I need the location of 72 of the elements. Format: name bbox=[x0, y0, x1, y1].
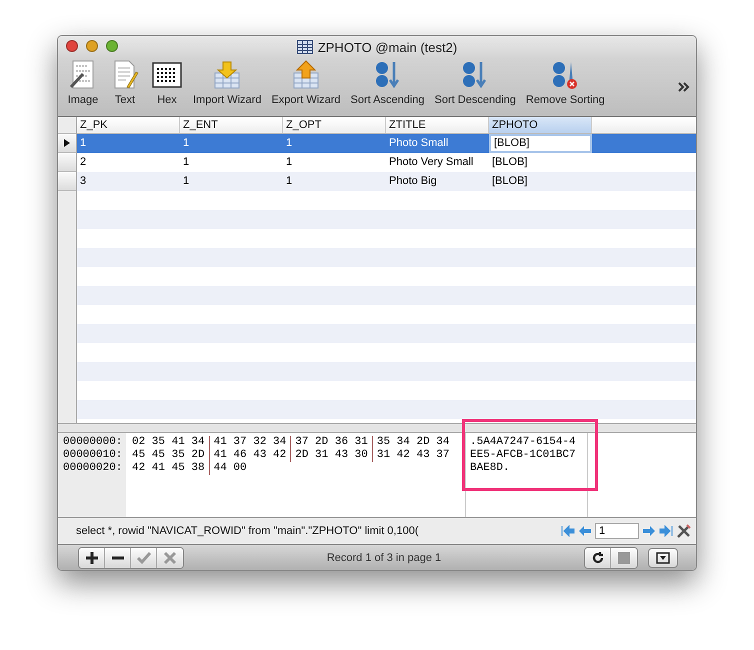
hex-bytes: 2D 31 43 30 bbox=[295, 449, 373, 462]
table-cell-text: [BLOB] bbox=[491, 174, 528, 189]
table-cell-text: 1 bbox=[79, 136, 88, 151]
table-cell-text: Photo Big bbox=[388, 174, 438, 189]
hex-bytes: 02 35 41 34 bbox=[132, 436, 210, 449]
splitter-bar[interactable] bbox=[58, 423, 696, 433]
grid-icon bbox=[151, 60, 183, 90]
hex-tool-button[interactable]: Hex bbox=[147, 60, 187, 106]
plus-icon bbox=[84, 550, 98, 564]
current-row-icon bbox=[64, 139, 70, 147]
table-cell-text: Photo Very Small bbox=[388, 155, 474, 170]
hex-bytes: 31 42 43 37 bbox=[376, 449, 450, 462]
close-button[interactable] bbox=[66, 40, 78, 52]
window-title: ZPHOTO @main (test2) bbox=[318, 40, 458, 54]
table-cell-text: Photo Small bbox=[388, 136, 450, 151]
next-page-icon[interactable] bbox=[642, 525, 656, 537]
zoom-button[interactable] bbox=[106, 40, 118, 52]
table-cell-text: 1 bbox=[285, 174, 294, 189]
sort-asc-tool-button[interactable]: Sort Ascending bbox=[346, 60, 429, 106]
table-cell-text: 1 bbox=[285, 136, 294, 151]
image-tool-button[interactable]: Image bbox=[63, 60, 103, 106]
minimize-button[interactable] bbox=[86, 40, 98, 52]
tools-icon[interactable] bbox=[676, 523, 692, 539]
cell-edit-field[interactable]: [BLOB] bbox=[489, 134, 592, 153]
column-header[interactable]: ZPHOTO bbox=[489, 117, 592, 133]
table-icon bbox=[296, 40, 313, 54]
stop-icon bbox=[617, 550, 631, 564]
table-cell-text: 2 bbox=[79, 155, 88, 170]
table-cell-text: 1 bbox=[182, 136, 190, 151]
hex-ascii-text: BAE8D. bbox=[470, 462, 511, 475]
hex-offset: 00000010: bbox=[63, 449, 124, 462]
hex-bytes: 41 46 43 42 bbox=[214, 449, 292, 462]
table-cell-text: 1 bbox=[182, 155, 190, 170]
column-header[interactable]: Z_ENT bbox=[180, 117, 283, 133]
hex-bytes: 45 45 35 2D bbox=[132, 449, 210, 462]
first-page-icon[interactable] bbox=[561, 525, 575, 537]
refresh-button[interactable] bbox=[585, 548, 611, 568]
hex-bytes: 35 34 2D 34 bbox=[376, 436, 450, 449]
hex-bytes: 42 41 45 38 bbox=[132, 462, 210, 475]
column-header[interactable]: Z_PK bbox=[77, 117, 180, 133]
export-tool-button[interactable]: Export Wizard bbox=[267, 60, 345, 106]
row-indicator[interactable] bbox=[58, 134, 76, 153]
column-header[interactable]: Z_OPT bbox=[283, 117, 386, 133]
detail-toggle-button[interactable] bbox=[648, 548, 678, 568]
hex-bytes: 41 37 32 34 bbox=[214, 436, 292, 449]
table-cell-text: [BLOB] bbox=[491, 155, 528, 170]
table-cell-text: 1 bbox=[182, 174, 190, 189]
plus-button[interactable] bbox=[79, 548, 105, 568]
sql-query-text: select *, rowid "NAVICAT_ROWID" from "main"."ZPHOTO" limit 0,100( bbox=[76, 525, 418, 537]
text-tool-button[interactable]: Text bbox=[105, 60, 145, 106]
hex-bytes: 37 2D 36 31 bbox=[295, 436, 373, 449]
check-icon bbox=[136, 550, 150, 564]
table-row[interactable]: 3 1 1 Photo Big [BLOB] bbox=[77, 172, 696, 191]
refresh-icon bbox=[590, 550, 604, 564]
import-tool-button[interactable]: Import Wizard bbox=[189, 60, 266, 106]
hex-offset: 00000020: bbox=[63, 462, 124, 475]
last-page-icon[interactable] bbox=[659, 525, 673, 537]
previous-page-icon[interactable] bbox=[578, 525, 592, 537]
sort-remove-tool-button[interactable]: Remove Sorting bbox=[522, 60, 609, 106]
overflow-chevron-icon[interactable] bbox=[678, 82, 690, 92]
dropdown-panel-icon bbox=[656, 552, 670, 564]
hex-bytes: 44 00 bbox=[214, 462, 248, 475]
cross-icon bbox=[163, 550, 177, 564]
table-cell-text: 1 bbox=[285, 155, 294, 170]
hex-ascii-text: .5A4A7247-6154-4 bbox=[470, 436, 577, 449]
hex-offset: 00000000: bbox=[63, 436, 124, 449]
hex-ascii-text: EE5-AFCB-1C01BC7 bbox=[470, 449, 577, 462]
record-count-text: Record 1 of 3 in page 1 bbox=[326, 552, 442, 564]
table-row[interactable]: 1 1 1 Photo Small [BLOB] bbox=[77, 134, 696, 153]
table-cell-text: 3 bbox=[79, 174, 88, 189]
sort-desc-tool-button[interactable]: Sort Descending bbox=[430, 60, 520, 106]
page-number-field[interactable]: 1 bbox=[595, 523, 639, 539]
